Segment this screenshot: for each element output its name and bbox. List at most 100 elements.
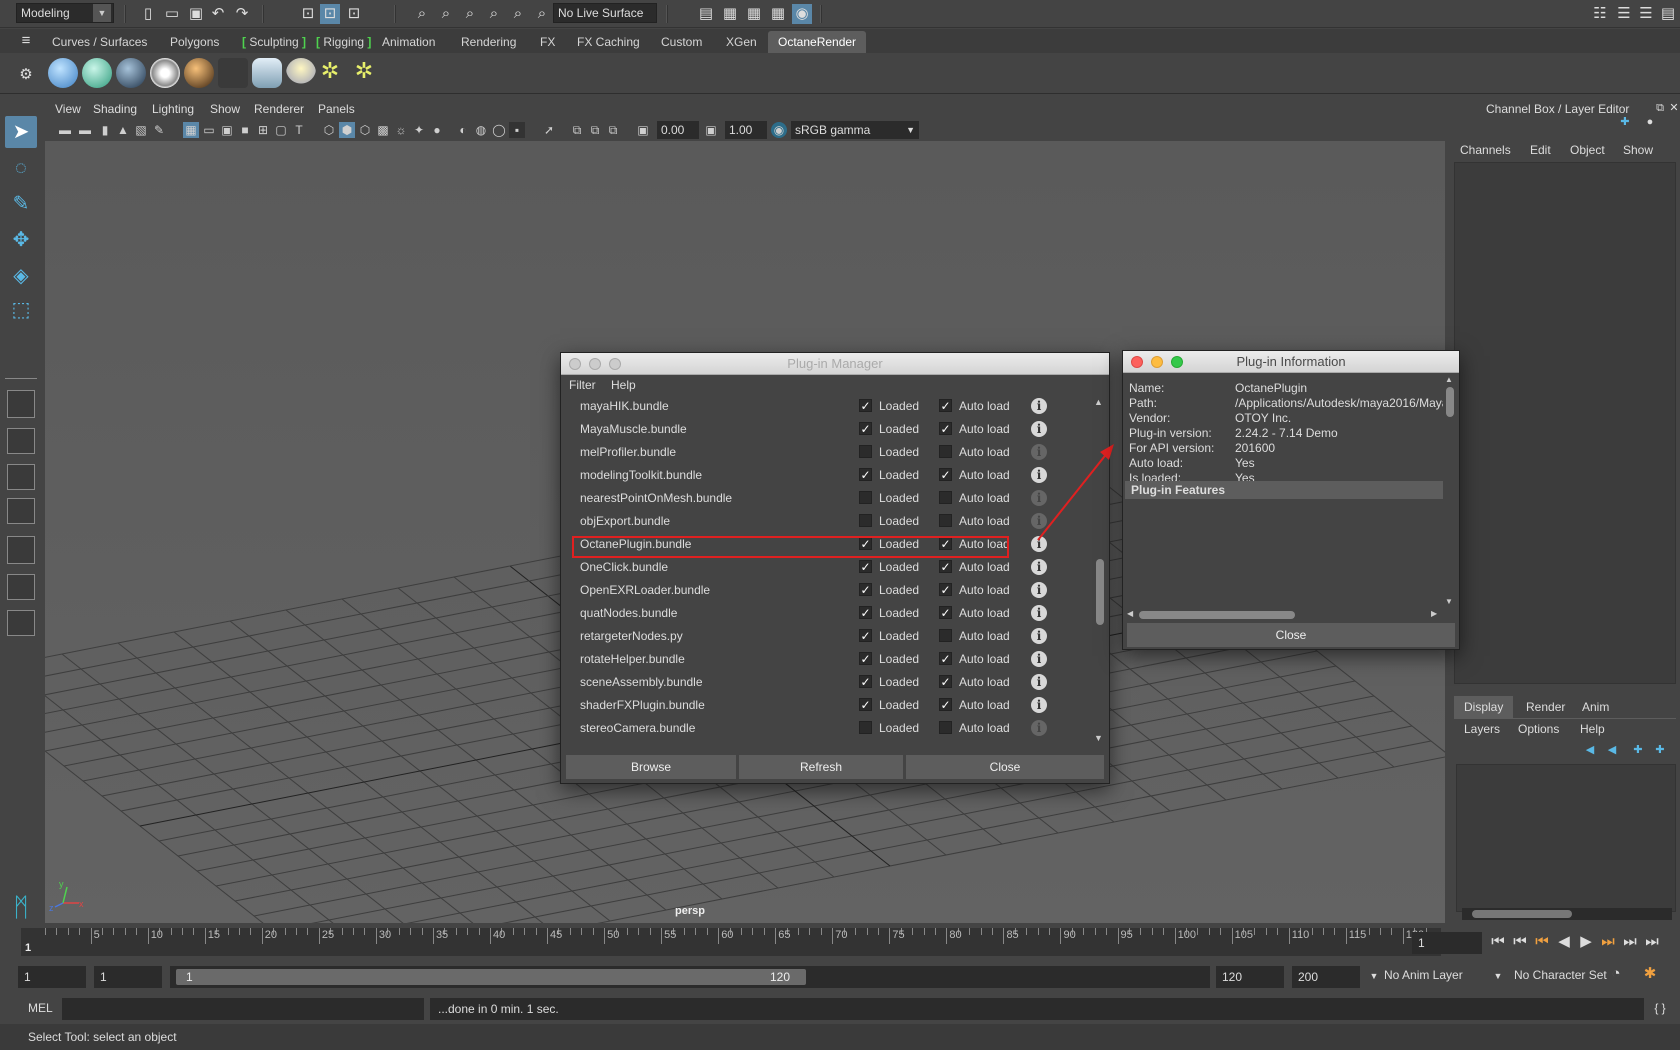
hypershade-layout-icon[interactable] bbox=[7, 574, 35, 600]
plugin-info-vscroll[interactable]: ▲ ▼ bbox=[1443, 375, 1457, 609]
chevron-down-icon[interactable]: ▼ bbox=[1488, 966, 1508, 986]
scale-tool-icon[interactable]: ⬚ bbox=[5, 294, 37, 326]
motion-blur-icon[interactable]: ◍ bbox=[473, 122, 489, 138]
render-view-icon[interactable]: ▤ bbox=[696, 4, 716, 24]
loaded-checkbox[interactable]: ✓ bbox=[859, 698, 872, 711]
snap-surface-icon[interactable]: ⌕ bbox=[508, 4, 528, 24]
script-editor-icon[interactable]: { } bbox=[1650, 998, 1670, 1018]
command-input[interactable] bbox=[62, 998, 424, 1020]
rotate-tool-icon[interactable]: ◈ bbox=[5, 260, 37, 292]
scroll-down-icon[interactable]: ▼ bbox=[1094, 733, 1103, 743]
tab-polygons[interactable]: Polygons bbox=[160, 31, 229, 53]
snap-curve-icon[interactable]: ⌕ bbox=[436, 4, 456, 24]
redo-icon[interactable]: ↷ bbox=[232, 4, 252, 24]
show-menu[interactable]: Show bbox=[1623, 143, 1653, 157]
gate-mask-icon[interactable]: ■ bbox=[237, 122, 253, 138]
ambient-occlusion-icon[interactable]: ● bbox=[429, 122, 445, 138]
viewport-menu-show[interactable]: Show bbox=[210, 102, 240, 116]
tool-settings-icon[interactable]: ☰ bbox=[1636, 4, 1656, 24]
camera-attributes-icon[interactable]: ▬ bbox=[77, 122, 93, 138]
play-forwards-icon[interactable]: ▶ bbox=[1576, 932, 1596, 952]
play-backwards-icon[interactable]: ◀ bbox=[1554, 932, 1574, 952]
octane-render-icon[interactable] bbox=[82, 58, 112, 88]
tab-rendering[interactable]: Rendering bbox=[451, 31, 526, 53]
autoload-checkbox[interactable] bbox=[939, 491, 952, 504]
octane-bulb-icon[interactable] bbox=[286, 58, 316, 88]
tab-curves-surfaces[interactable]: Curves / Surfaces bbox=[42, 31, 157, 53]
preferences-icon[interactable]: ✱ bbox=[1640, 964, 1660, 984]
scroll-down-icon[interactable]: ▼ bbox=[1445, 597, 1453, 606]
info-icon[interactable]: i bbox=[1031, 674, 1047, 690]
tab-sculpting[interactable]: [ Sculpting ] bbox=[232, 31, 316, 53]
collapse-layout-icon[interactable] bbox=[7, 610, 35, 636]
octane-sky-icon[interactable]: ✲ bbox=[354, 60, 374, 82]
loaded-checkbox[interactable] bbox=[859, 514, 872, 527]
octane-material-icon[interactable] bbox=[184, 58, 214, 88]
info-icon[interactable]: i bbox=[1031, 605, 1047, 621]
script-language-toggle[interactable]: MEL bbox=[28, 1001, 53, 1015]
grid-icon[interactable]: ▦ bbox=[183, 122, 199, 138]
tab-display[interactable]: Display bbox=[1454, 696, 1514, 718]
plugin-row[interactable]: mayaHIK.bundle ✓ Loaded ✓ Auto load i bbox=[573, 395, 1093, 418]
autoload-checkbox[interactable] bbox=[939, 629, 952, 642]
camera-select-icon[interactable]: ▬ bbox=[57, 122, 73, 138]
close-window-icon[interactable] bbox=[569, 358, 581, 370]
plugin-list[interactable]: mayaHIK.bundle ✓ Loaded ✓ Auto load i MayaMusc… bbox=[563, 395, 1095, 745]
minimize-window-icon[interactable] bbox=[589, 358, 601, 370]
lock-icon[interactable]: ● bbox=[1640, 112, 1660, 132]
step-forward-icon[interactable]: ⏭ bbox=[1620, 932, 1640, 952]
two-pane-layout-icon[interactable] bbox=[7, 464, 35, 490]
tab-octanerender[interactable]: OctaneRender bbox=[768, 31, 867, 53]
scroll-left-icon[interactable]: ◀ bbox=[1127, 609, 1133, 618]
plugin-row[interactable]: sceneAssembly.bundle ✓ Loaded ✓ Auto load i bbox=[573, 671, 1093, 694]
grease-pencil-icon[interactable]: ✎ bbox=[151, 122, 167, 138]
channels-menu[interactable]: Channels bbox=[1460, 143, 1511, 157]
2d-pan-zoom-icon[interactable]: ▧ bbox=[133, 122, 149, 138]
info-icon[interactable]: i bbox=[1031, 720, 1047, 736]
menu-icon[interactable]: ≡ bbox=[16, 31, 36, 51]
film-gate-icon[interactable]: ▭ bbox=[201, 122, 217, 138]
exposure-field[interactable]: 0.00 bbox=[657, 121, 699, 139]
viewport-menu-lighting[interactable]: Lighting bbox=[152, 102, 194, 116]
autoload-checkbox[interactable]: ✓ bbox=[939, 698, 952, 711]
image-plane-icon[interactable]: ▲ bbox=[115, 122, 131, 138]
scroll-thumb[interactable] bbox=[1096, 559, 1104, 625]
current-frame-field[interactable]: 1 bbox=[1412, 932, 1482, 954]
render-settings-icon[interactable]: ▦ bbox=[768, 4, 788, 24]
edit-menu[interactable]: Edit bbox=[1530, 143, 1551, 157]
undo-icon[interactable]: ↶ bbox=[208, 4, 228, 24]
move-layer-up-icon[interactable]: ◀ bbox=[1580, 740, 1600, 760]
refresh-button[interactable]: Refresh bbox=[739, 755, 903, 779]
new-layer-selected-icon[interactable]: ✚ bbox=[1650, 740, 1670, 760]
smooth-shade-icon[interactable]: ⬢ bbox=[339, 122, 355, 138]
autoload-checkbox[interactable]: ✓ bbox=[939, 583, 952, 596]
info-icon[interactable]: i bbox=[1031, 582, 1047, 598]
plugin-row[interactable]: nearestPointOnMesh.bundle Loaded Auto load… bbox=[573, 487, 1093, 510]
four-pane-layout-icon[interactable] bbox=[7, 428, 35, 454]
tab-render[interactable]: Render bbox=[1516, 696, 1575, 718]
field-chart-icon[interactable]: ⊞ bbox=[255, 122, 271, 138]
zoom-window-icon[interactable] bbox=[1171, 356, 1183, 368]
time-slider[interactable]: 5 10 15 20 25 30 35 40 45 50 55 60 65 70 75 80 85 90 95 100… bbox=[21, 928, 1441, 956]
tab-rigging[interactable]: [ Rigging ] bbox=[306, 31, 381, 53]
browse-button[interactable]: Browse bbox=[566, 755, 736, 779]
octane-camera-rig-icon[interactable] bbox=[218, 58, 248, 88]
zoom-window-icon[interactable] bbox=[609, 358, 621, 370]
open-scene-icon[interactable]: ▭ bbox=[162, 4, 182, 24]
tab-anim[interactable]: Anim bbox=[1572, 696, 1619, 718]
autoload-checkbox[interactable]: ✓ bbox=[939, 468, 952, 481]
plugin-info-hscroll[interactable]: ◀ ▶ bbox=[1125, 609, 1443, 621]
select-tool-icon[interactable]: ➤ bbox=[5, 116, 37, 148]
autoload-checkbox[interactable]: ✓ bbox=[939, 652, 952, 665]
tab-custom[interactable]: Custom bbox=[651, 31, 712, 53]
autoload-checkbox[interactable]: ✓ bbox=[939, 606, 952, 619]
channel-list[interactable] bbox=[1454, 162, 1676, 684]
graph-layout-icon[interactable] bbox=[7, 536, 35, 564]
go-to-end-icon[interactable]: ⏭ bbox=[1642, 932, 1662, 952]
info-icon[interactable]: i bbox=[1031, 697, 1047, 713]
gamma-icon[interactable]: ▣ bbox=[703, 122, 719, 138]
plugin-row[interactable]: OneClick.bundle ✓ Loaded ✓ Auto load i bbox=[573, 556, 1093, 579]
attribute-editor-icon[interactable]: ☰ bbox=[1614, 4, 1634, 24]
safe-title-icon[interactable]: T bbox=[291, 122, 307, 138]
new-scene-icon[interactable]: ▯ bbox=[138, 4, 158, 24]
